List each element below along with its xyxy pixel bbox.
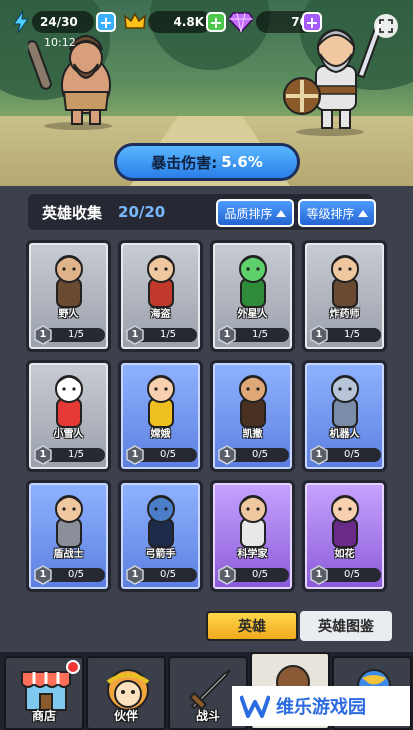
crit-label: 暴击伤害: — [151, 153, 218, 172]
hero-name: 外星人 — [237, 309, 268, 320]
hero-level-value: 1 — [131, 449, 139, 460]
hero-level-value: 1 — [223, 329, 231, 340]
hero-level-value: 1 — [39, 329, 47, 340]
hero-card[interactable]: 炸药师 1/5 1 — [302, 240, 387, 352]
hero-card[interactable]: 嫦娥 0/5 1 — [118, 360, 203, 472]
battle-scene: 24/30 + 4.8K + 70 + 10:12 暴击伤害: 5.6% — [0, 0, 413, 186]
hero-name: 如花 — [334, 549, 355, 560]
hero-level-value: 1 — [39, 449, 47, 460]
fullscreen-button[interactable] — [374, 14, 398, 38]
hero-card[interactable]: 机器人 0/5 1 — [302, 360, 387, 472]
hero-card[interactable]: 弓箭手 0/5 1 — [118, 480, 203, 592]
hero-level-value: 1 — [223, 449, 231, 460]
hero-card[interactable]: 外星人 1/5 1 — [210, 240, 295, 352]
hero-card[interactable]: 小雪人 1/5 1 — [26, 360, 111, 472]
hero-name: 凯撒 — [242, 429, 263, 440]
tab-hero-codex[interactable]: 英雄图鉴 — [300, 611, 392, 641]
hero-level-value: 1 — [131, 329, 139, 340]
nav-partner-label: 伙伴 — [113, 709, 138, 723]
hero-name: 嫦娥 — [150, 429, 171, 440]
hero-card[interactable]: 野人 1/5 1 — [26, 240, 111, 352]
hero-card[interactable]: 凯撒 0/5 1 — [210, 360, 295, 472]
lightning-icon — [13, 11, 29, 33]
crown-icon — [124, 12, 146, 29]
energy-timer: 10:12 — [44, 36, 76, 49]
sort-quality-label: 品质排序 — [224, 206, 273, 221]
hero-name: 机器人 — [329, 429, 360, 440]
diamond-icon — [228, 12, 254, 33]
hero-level-badge: 1 — [309, 565, 329, 585]
hero-level-badge: 1 — [217, 565, 237, 585]
hero-level-value: 1 — [39, 569, 47, 580]
sort-level-label: 等级排序 — [306, 206, 355, 221]
hero-tabs: 英雄 英雄图鉴 — [206, 611, 392, 643]
gold-counter: 4.8K — [124, 10, 212, 34]
nav-partner[interactable]: 伙伴 — [86, 656, 166, 730]
hero-name: 炸药师 — [329, 309, 360, 320]
hero-level-value: 1 — [223, 569, 231, 580]
hero-name: 盾战士 — [53, 549, 84, 560]
hero-level-value: 1 — [315, 329, 323, 340]
hero-level-value: 1 — [131, 569, 139, 580]
hero-name: 弓箭手 — [145, 549, 176, 560]
caveman-character — [28, 35, 112, 130]
hero-level-badge: 1 — [125, 325, 145, 345]
hero-card[interactable]: 海盗 1/5 1 — [118, 240, 203, 352]
hero-name: 科学家 — [237, 549, 268, 560]
shield-warrior-character — [283, 18, 386, 136]
hero-level-badge: 1 — [309, 445, 329, 465]
hero-name: 小雪人 — [53, 429, 84, 440]
nav-shop-label: 商店 — [31, 709, 56, 723]
nav-shop[interactable]: 商店 — [4, 656, 84, 730]
watermark-logo-icon — [240, 695, 270, 718]
hero-card[interactable]: 如花 0/5 1 — [302, 480, 387, 592]
crit-value: 5.6% — [221, 153, 263, 171]
sort-by-quality-button[interactable]: 品质排序 — [216, 199, 294, 227]
gold-value: 4.8K — [148, 11, 212, 33]
hero-level-badge: 1 — [33, 325, 53, 345]
crit-damage-banner: 暴击伤害: 5.6% — [114, 143, 300, 181]
hero-level-badge: 1 — [125, 565, 145, 585]
add-energy-button[interactable]: + — [96, 12, 116, 32]
hero-name: 野人 — [58, 309, 79, 320]
expand-icon — [379, 19, 393, 33]
hero-level-badge: 1 — [33, 445, 53, 465]
notification-dot — [66, 660, 80, 674]
hero-level-value: 1 — [315, 449, 323, 460]
collection-header: 英雄收集 20/20 品质排序 等级排序 — [28, 194, 376, 230]
hero-level-badge: 1 — [217, 325, 237, 345]
hero-level-badge: 1 — [217, 445, 237, 465]
hero-level-badge: 1 — [309, 325, 329, 345]
collection-title: 英雄收集 — [42, 203, 103, 222]
shop-icon — [21, 671, 71, 711]
energy-value: 24/30 — [32, 11, 94, 33]
watermark: 维乐游戏园 — [232, 686, 410, 726]
hero-card[interactable]: 科学家 0/5 1 — [210, 480, 295, 592]
add-gold-button[interactable]: + — [206, 12, 226, 32]
energy-counter: 24/30 — [12, 10, 94, 34]
tab-heroes[interactable]: 英雄 — [206, 611, 298, 641]
sort-arrow-icon — [357, 209, 368, 217]
hero-name: 海盗 — [150, 309, 171, 320]
hero-level-badge: 1 — [125, 445, 145, 465]
add-gems-button[interactable]: + — [302, 12, 322, 32]
sort-by-level-button[interactable]: 等级排序 — [298, 199, 376, 227]
hero-card[interactable]: 盾战士 0/5 1 — [26, 480, 111, 592]
hero-level-value: 1 — [315, 569, 323, 580]
hero-collection-panel: 英雄收集 20/20 品质排序 等级排序 野人 1/5 1 海盗 1/5 1 外星人 1/5 1… — [0, 186, 413, 652]
collection-count: 20/20 — [118, 203, 166, 221]
hero-level-badge: 1 — [33, 565, 53, 585]
watermark-text: 维乐游戏园 — [276, 697, 366, 718]
sort-arrow-icon — [275, 209, 286, 217]
